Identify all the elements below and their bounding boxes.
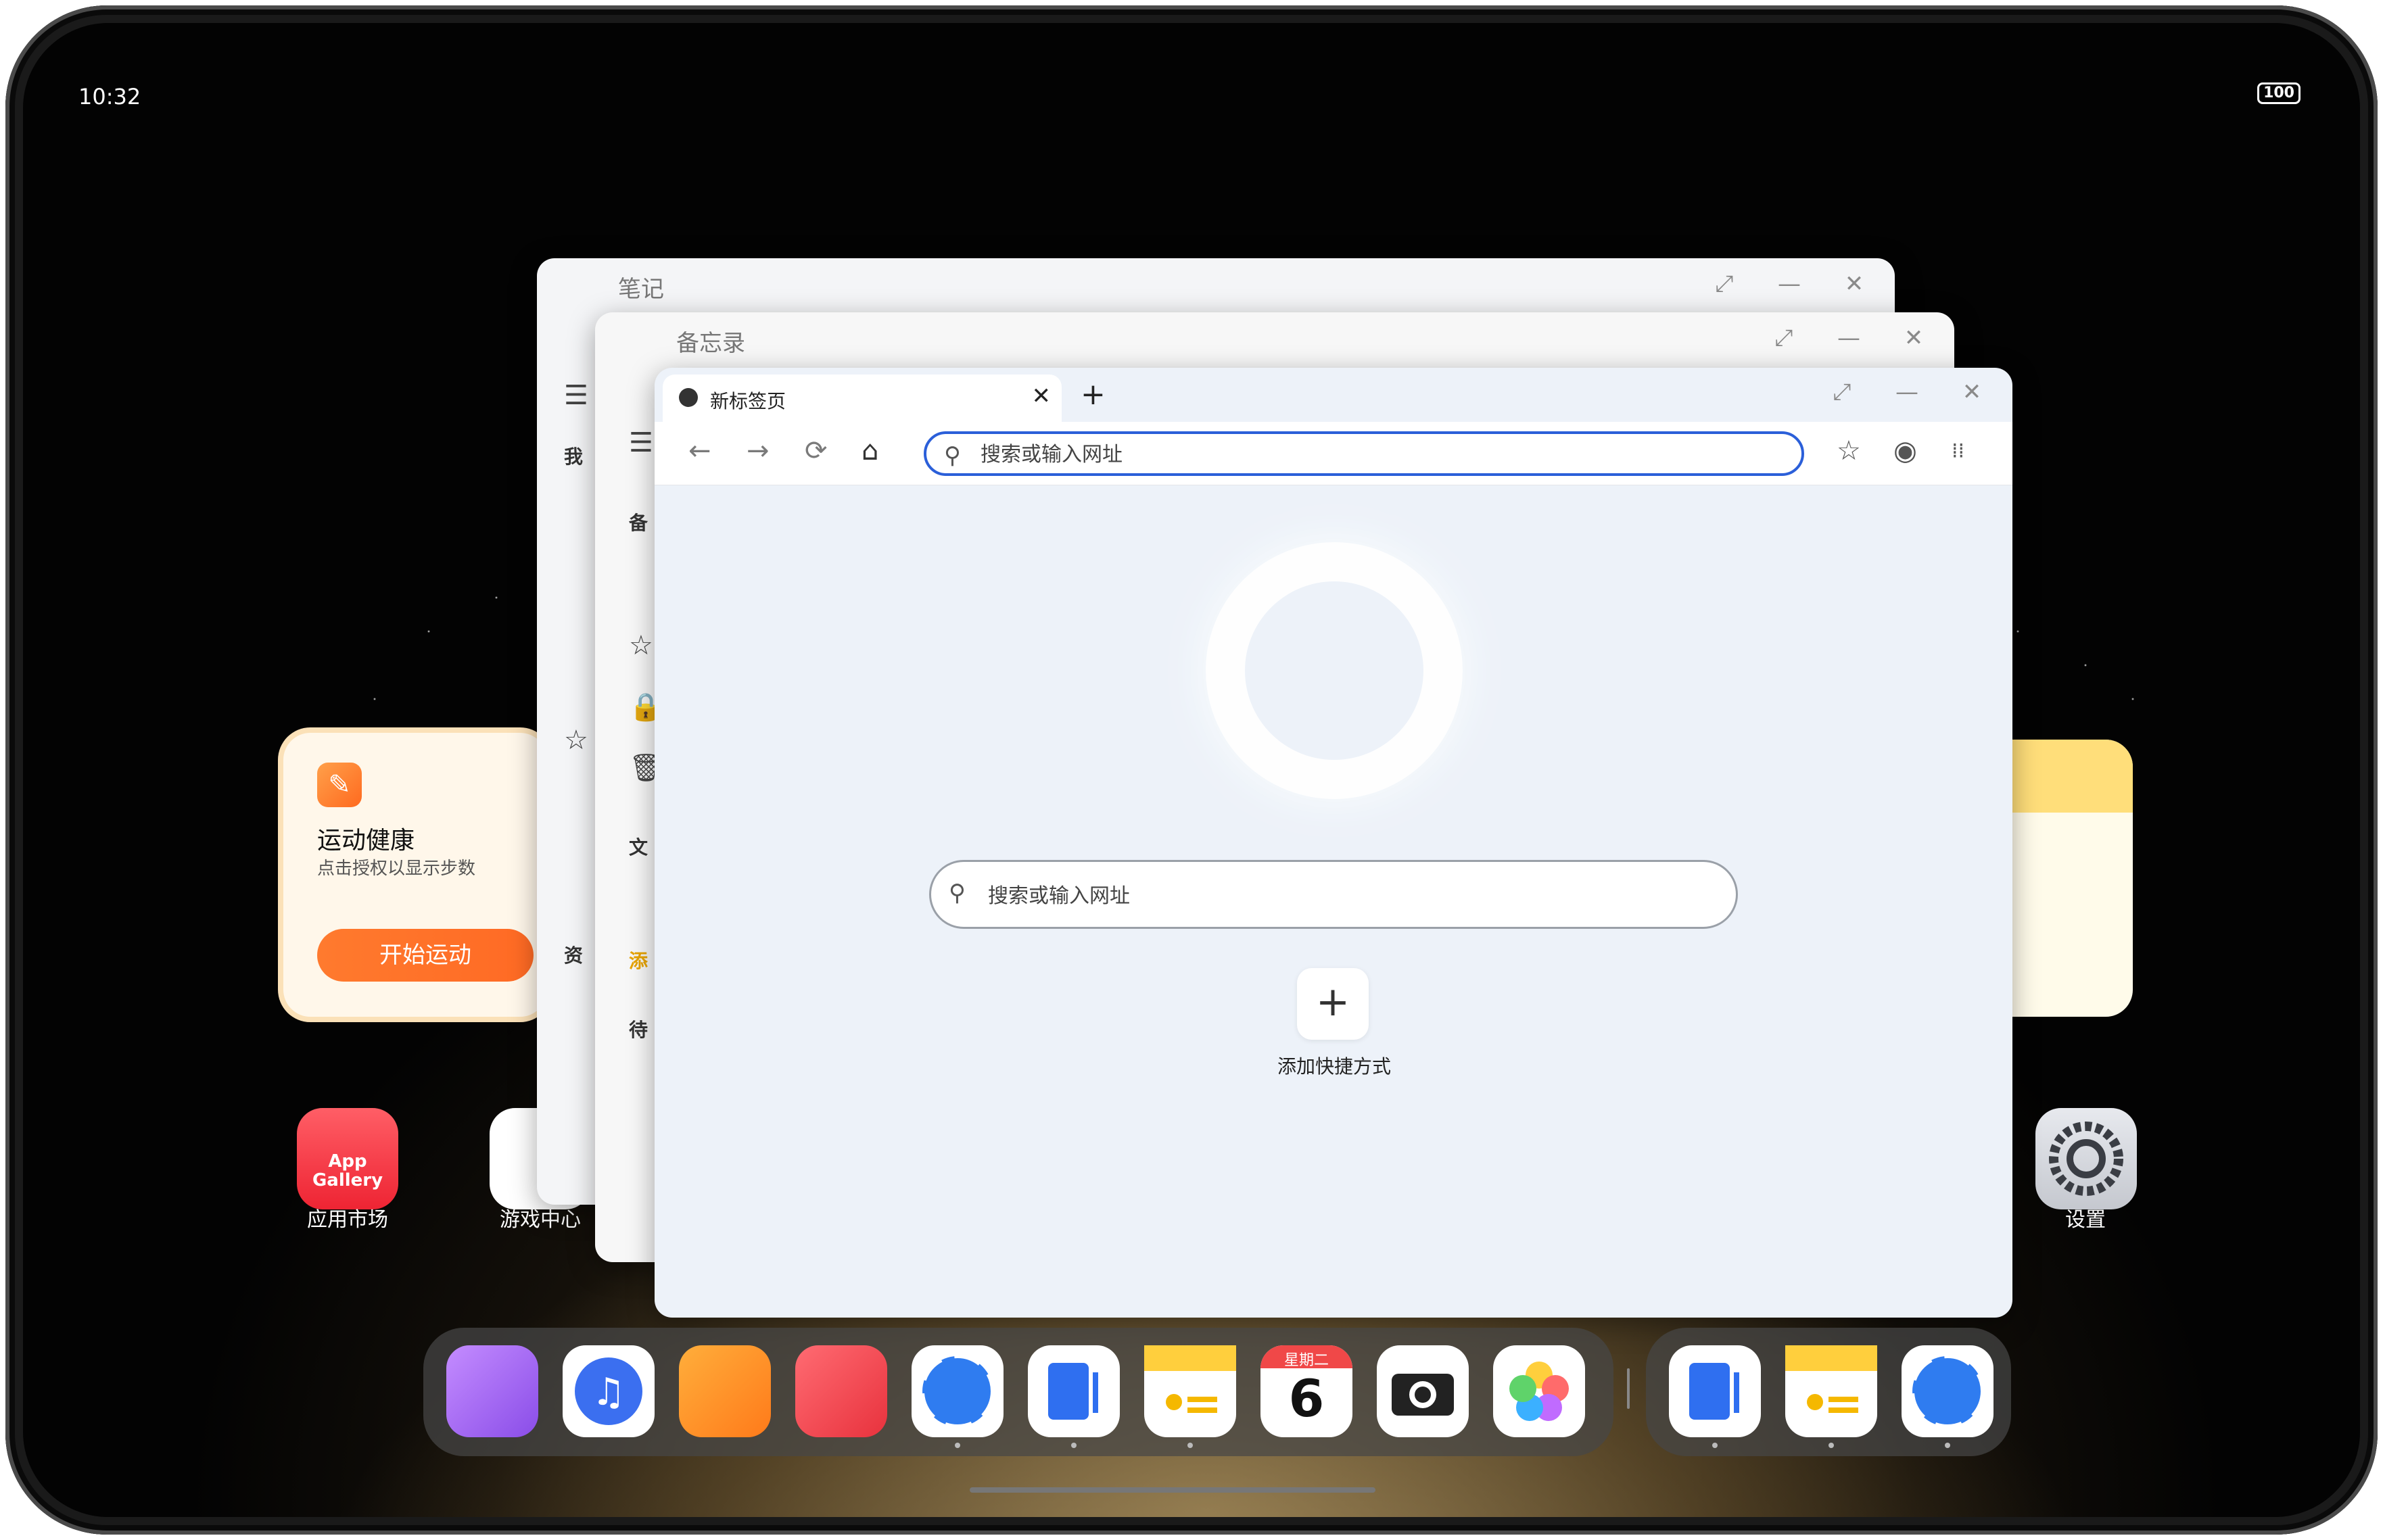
game-center-label: 游戏中心 — [500, 1208, 581, 1232]
browser-favicon-icon — [679, 388, 698, 407]
address-input[interactable] — [981, 441, 1724, 468]
health-app-icon: ✎ — [317, 763, 362, 807]
settings-gear-icon[interactable] — [2035, 1108, 2137, 1209]
home-indicator[interactable] — [970, 1487, 1375, 1493]
browser-toolbar: ← → ⟳ ⌂ ⚲ ☆ ◉ ⁞⁞ — [655, 422, 2012, 485]
music-icon[interactable]: ♫ — [563, 1345, 655, 1437]
browser-window-controls: ⤢ — ✕ — [1828, 379, 1985, 406]
minimize-icon[interactable]: — — [1835, 324, 1862, 352]
new-tab-icon[interactable]: + — [1081, 377, 1106, 412]
search-icon: ⚲ — [949, 880, 966, 907]
running-indicator — [1828, 1443, 1834, 1448]
notes-sidebar-label: 资 — [564, 944, 584, 967]
browser-icon[interactable] — [912, 1345, 1004, 1437]
favorites-icon[interactable]: ☆ — [1837, 435, 1861, 466]
close-icon[interactable]: ✕ — [1900, 324, 1927, 352]
add-shortcut-button[interactable]: + — [1297, 968, 1369, 1040]
tab-close-icon[interactable]: ✕ — [1032, 383, 1052, 410]
status-time: 10:32 — [78, 84, 141, 110]
memo-sidebar-label: 文 — [629, 836, 648, 859]
minimize-icon[interactable]: — — [1776, 270, 1803, 297]
start-workout-button[interactable]: 开始运动 — [317, 929, 534, 982]
add-shortcut-label: 添加快捷方式 — [1277, 1055, 1391, 1078]
dock: ♫ 星期二 6 — [423, 1328, 1613, 1456]
memo-window-title: 备忘录 — [676, 330, 745, 357]
search-icon: ⚲ — [944, 442, 961, 469]
multiwindow-icon[interactable] — [446, 1345, 538, 1437]
memo-icon[interactable] — [1785, 1345, 1877, 1437]
home-screen: 10:32 100 ✎ 运动健康 点击授权以显示步数 开始运动 App Gall… — [23, 23, 2360, 1517]
battery-icon: 100 — [2257, 82, 2301, 104]
restore-icon[interactable]: ⤢ — [1711, 270, 1738, 297]
homepage-search-box[interactable]: ⚲ — [929, 860, 1738, 929]
home-icon[interactable]: ⌂ — [862, 435, 878, 466]
calendar-icon[interactable]: 星期二 6 — [1260, 1345, 1352, 1437]
notes-window-controls: ⤢ — ✕ — [1711, 270, 1868, 297]
browser-window[interactable]: 新标签页 ✕ + ⤢ — ✕ ← → ⟳ ⌂ ⚲ ☆ ◉ ⁞⁞ ⚲ + — [655, 368, 2012, 1318]
browser-icon[interactable] — [1902, 1345, 1993, 1437]
star-icon[interactable]: ☆ — [564, 725, 588, 756]
dock-separator — [1627, 1368, 1630, 1409]
health-widget-subtitle: 点击授权以显示步数 — [317, 859, 476, 879]
menu-icon[interactable]: ☰ — [629, 427, 653, 458]
device-frame: 10:32 100 ✎ 运动健康 点击授权以显示步数 开始运动 App Gall… — [5, 5, 2378, 1535]
refresh-icon[interactable]: ⟳ — [805, 435, 828, 466]
app-gallery-icon-text: App Gallery — [312, 1151, 383, 1190]
running-indicator — [1071, 1443, 1077, 1448]
back-icon[interactable]: ← — [688, 435, 711, 466]
running-indicator — [1945, 1443, 1950, 1448]
menu-icon[interactable]: ☰ — [564, 380, 588, 411]
browser-tab[interactable]: 新标签页 ✕ — [663, 375, 1062, 422]
app-gallery-icon[interactable]: App Gallery — [297, 1108, 398, 1209]
homepage-search-input[interactable] — [988, 882, 1664, 909]
running-indicator — [1187, 1443, 1193, 1448]
svg-text:♫: ♫ — [592, 1370, 626, 1414]
running-indicator — [1712, 1443, 1718, 1448]
account-icon[interactable]: ◉ — [1893, 435, 1917, 466]
health-widget-title: 运动健康 — [317, 827, 415, 855]
memo-sidebar-add[interactable]: 添 — [629, 946, 648, 973]
notes-icon[interactable] — [1669, 1345, 1761, 1437]
books-icon[interactable] — [795, 1345, 887, 1437]
health-widget[interactable]: ✎ 运动健康 点击授权以显示步数 开始运动 — [283, 733, 547, 1017]
gallery-icon[interactable] — [1493, 1345, 1585, 1437]
camera-icon[interactable] — [1377, 1345, 1469, 1437]
tab-title: 新标签页 — [710, 390, 786, 412]
address-bar[interactable]: ⚲ — [924, 431, 1804, 476]
notes-icon[interactable] — [1028, 1345, 1120, 1437]
notes-window-title: 笔记 — [618, 276, 664, 303]
minimize-icon[interactable]: — — [1893, 379, 1920, 406]
notes-sidebar-label: 我 — [564, 446, 584, 468]
restore-icon[interactable]: ⤢ — [1828, 379, 1856, 406]
browser-logo-icon — [1206, 542, 1463, 799]
calendar-day: 6 — [1288, 1368, 1325, 1428]
memo-sidebar-label: 待 — [629, 1019, 648, 1041]
more-icon[interactable]: ⁞⁞ — [1952, 439, 1964, 463]
memo-window-controls: ⤢ — ✕ — [1770, 324, 1927, 352]
close-icon[interactable]: ✕ — [1958, 379, 1985, 406]
memo-icon[interactable] — [1144, 1345, 1236, 1437]
recent-apps-dock — [1646, 1328, 2011, 1456]
close-icon[interactable]: ✕ — [1841, 270, 1868, 297]
app-gallery-label: 应用市场 — [307, 1208, 388, 1232]
memo-sidebar-label: 备 — [629, 512, 648, 534]
star-icon[interactable]: ☆ — [629, 630, 653, 661]
restore-icon[interactable]: ⤢ — [1770, 324, 1797, 352]
running-indicator — [955, 1443, 960, 1448]
calendar-weekday: 星期二 — [1283, 1352, 1329, 1369]
forward-icon[interactable]: → — [747, 435, 770, 466]
video-icon[interactable] — [679, 1345, 771, 1437]
settings-label: 设置 — [2065, 1208, 2106, 1232]
